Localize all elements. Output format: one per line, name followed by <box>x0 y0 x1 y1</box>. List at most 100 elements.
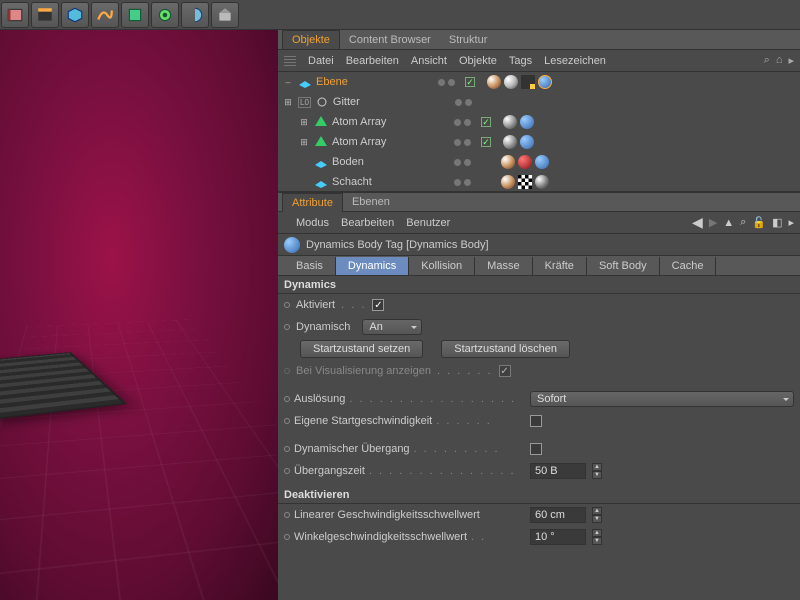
object-label[interactable]: Gitter <box>333 96 443 108</box>
dynamisch-dropdown[interactable]: An <box>362 319 422 335</box>
ausloesung-dropdown[interactable]: Sofort <box>530 391 794 407</box>
param-bullet-icon <box>284 446 290 452</box>
tree-row-gitter[interactable]: ⊞ L0 Gitter <box>278 92 800 112</box>
dyn-uebergang-checkbox[interactable] <box>530 443 542 455</box>
tool-scene-icon[interactable] <box>211 2 239 28</box>
visibility-check-icon[interactable]: ✓ <box>465 77 475 87</box>
tool-spline-icon[interactable] <box>91 2 119 28</box>
object-label[interactable]: Atom Array <box>332 116 442 128</box>
visibility-check-icon[interactable]: ✓ <box>481 117 491 127</box>
expander-icon[interactable]: – <box>282 77 294 87</box>
material-tag-icon[interactable] <box>501 155 515 169</box>
up-arrow-icon[interactable]: ▲ <box>592 463 602 471</box>
material-tag-icon[interactable] <box>503 115 517 129</box>
tab-struktur[interactable]: Struktur <box>440 31 497 49</box>
subtab-dynamics[interactable]: Dynamics <box>336 257 409 275</box>
tree-row-atom2[interactable]: ⊞ Atom Array ✓ <box>278 132 800 152</box>
flyout-icon[interactable]: ▸ <box>788 216 794 229</box>
menu-tags[interactable]: Tags <box>509 55 532 67</box>
tree-row-atom1[interactable]: ⊞ Atom Array ✓ <box>278 112 800 132</box>
visualisierung-checkbox[interactable] <box>499 365 511 377</box>
prop-row-ausloesung: Auslösung . . . . . . . . . . . . . . . … <box>278 388 800 410</box>
checker-tag-icon[interactable] <box>518 175 532 189</box>
tool-nurbs-icon[interactable] <box>121 2 149 28</box>
menu-modus[interactable]: Modus <box>296 217 329 229</box>
expander-icon[interactable]: ⊞ <box>298 117 310 128</box>
lin-schwellwert-input[interactable]: 60 cm <box>530 507 586 523</box>
down-arrow-icon[interactable]: ▼ <box>592 515 602 523</box>
tool-cube-icon[interactable] <box>61 2 89 28</box>
tab-content-browser[interactable]: Content Browser <box>340 31 440 49</box>
object-label[interactable]: Atom Array <box>332 136 442 148</box>
startzustand-loeschen-button[interactable]: Startzustand löschen <box>441 340 570 358</box>
tab-objekte[interactable]: Objekte <box>282 30 340 49</box>
search-icon[interactable]: ⌕ <box>740 216 746 229</box>
spinner[interactable]: ▲▼ <box>592 529 602 545</box>
compositing-tag-icon[interactable] <box>521 75 535 89</box>
subtab-masse[interactable]: Masse <box>475 257 532 275</box>
subtab-cache[interactable]: Cache <box>660 257 717 275</box>
dynamics-tag-icon[interactable] <box>520 135 534 149</box>
dynamics-tag-icon[interactable] <box>535 155 549 169</box>
material-tag-icon[interactable] <box>503 135 517 149</box>
eigene-checkbox[interactable] <box>530 415 542 427</box>
up-arrow-icon[interactable]: ▲ <box>592 507 602 515</box>
down-arrow-icon[interactable]: ▼ <box>592 471 602 479</box>
wink-schwellwert-input[interactable]: 10 ° <box>530 529 586 545</box>
subtab-softbody[interactable]: Soft Body <box>587 257 660 275</box>
search-icon[interactable]: ⌕ <box>764 54 770 67</box>
atom-array-icon <box>314 115 328 129</box>
tool-gear-icon[interactable] <box>151 2 179 28</box>
menu-lesezeichen[interactable]: Lesezeichen <box>544 55 606 67</box>
object-label[interactable]: Ebene <box>316 76 426 88</box>
object-label[interactable]: Schacht <box>332 176 442 188</box>
tree-row-schacht[interactable]: · Schacht <box>278 172 800 192</box>
viewport[interactable] <box>0 30 278 600</box>
menu-ansicht[interactable]: Ansicht <box>411 55 447 67</box>
material-tag-icon[interactable] <box>535 175 549 189</box>
material-tag-icon[interactable] <box>504 75 518 89</box>
material-tag-icon[interactable] <box>518 155 532 169</box>
tab-ebenen[interactable]: Ebenen <box>343 193 399 211</box>
tool-slate-icon[interactable] <box>31 2 59 28</box>
lock-icon[interactable]: 🔓 <box>752 216 766 229</box>
subtab-kollision[interactable]: Kollision <box>409 257 475 275</box>
expander-icon[interactable]: ⊞ <box>298 137 310 148</box>
tool-deformer-icon[interactable] <box>181 2 209 28</box>
panel-grip-icon[interactable] <box>284 56 296 66</box>
down-arrow-icon[interactable]: ▼ <box>592 537 602 545</box>
up-arrow-icon[interactable]: ▲ <box>592 529 602 537</box>
startzustand-setzen-button[interactable]: Startzustand setzen <box>300 340 423 358</box>
visibility-check-icon[interactable]: ✓ <box>481 137 491 147</box>
dynamics-tag-icon[interactable] <box>538 75 552 89</box>
object-label[interactable]: Boden <box>332 156 442 168</box>
flyout-icon[interactable]: ▸ <box>788 54 794 67</box>
tool-film-icon[interactable] <box>1 2 29 28</box>
menu-bearbeiten[interactable]: Bearbeiten <box>341 217 394 229</box>
dynamics-tag-icon[interactable] <box>520 115 534 129</box>
subtab-kraefte[interactable]: Kräfte <box>533 257 587 275</box>
nav-forward-icon[interactable]: ▶ <box>709 216 717 229</box>
uebergangszeit-input[interactable]: 50 B <box>530 463 586 479</box>
expander-icon[interactable]: ⊞ <box>282 97 294 108</box>
menu-benutzer[interactable]: Benutzer <box>406 217 450 229</box>
tree-row-boden[interactable]: · Boden <box>278 152 800 172</box>
aktiviert-checkbox[interactable] <box>372 299 384 311</box>
tab-attribute[interactable]: Attribute <box>282 193 343 212</box>
tree-row-ebene[interactable]: – Ebene ✓ <box>278 72 800 92</box>
nav-back-icon[interactable]: ◀ <box>692 214 703 231</box>
menu-datei[interactable]: Datei <box>308 55 334 67</box>
menu-bearbeiten[interactable]: Bearbeiten <box>346 55 399 67</box>
material-tag-icon[interactable] <box>501 175 515 189</box>
nav-up-icon[interactable]: ▲ <box>723 217 734 229</box>
new-window-icon[interactable]: ◧ <box>772 216 782 229</box>
menu-objekte[interactable]: Objekte <box>459 55 497 67</box>
spinner[interactable]: ▲▼ <box>592 463 602 479</box>
param-bullet-icon <box>284 468 290 474</box>
material-tag-icon[interactable] <box>487 75 501 89</box>
subtab-basis[interactable]: Basis <box>284 257 336 275</box>
prop-label: Linearer Geschwindigkeitsschwellwert <box>294 509 480 521</box>
spinner[interactable]: ▲▼ <box>592 507 602 523</box>
attribute-title-label: Dynamics Body Tag [Dynamics Body] <box>306 239 489 251</box>
home-icon[interactable]: ⌂ <box>776 54 783 67</box>
